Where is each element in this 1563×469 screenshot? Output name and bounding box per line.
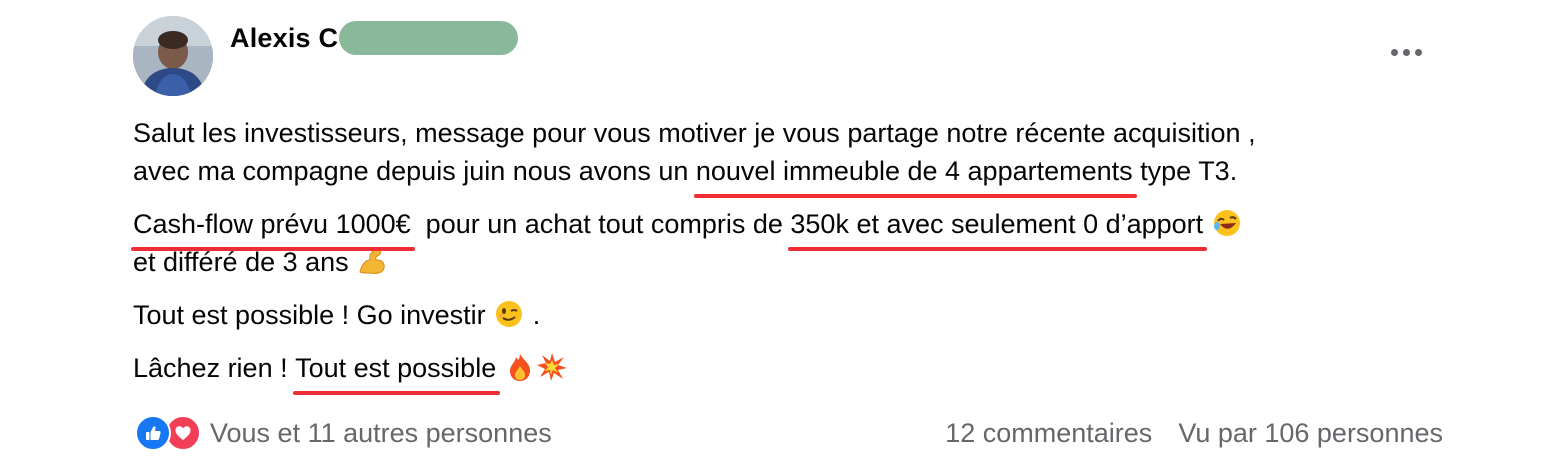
underlined-tout-est-possible: Tout est possible	[293, 349, 501, 395]
more-horizontal-icon-dot	[1414, 48, 1422, 56]
paragraph-4: Lâchez rien ! Tout est possible	[133, 349, 1443, 395]
more-horizontal-icon	[1390, 48, 1398, 56]
fire-emoji	[504, 352, 536, 382]
paragraph-1-line-1: Salut les investisseurs, message pour vo…	[133, 118, 1256, 148]
paragraph-1: Salut les investisseurs, message pour vo…	[133, 114, 1443, 198]
comments-count-link[interactable]: 12 commentaires	[945, 414, 1152, 452]
paragraph-3: Tout est possible ! Go investir .	[133, 296, 1443, 334]
paragraph-4-start: Lâchez rien !	[133, 353, 296, 383]
underlined-price: 350k et avec seulement 0 d’apport	[788, 205, 1207, 251]
paragraph-1-line-2-start: avec ma compagne depuis juin nous avons …	[133, 156, 696, 186]
reactions-label: Vous et 11 autres personnes	[210, 418, 552, 448]
facebook-post: Alexis C Salut les investisseurs, messag…	[0, 0, 1563, 469]
underlined-cashflow: Cash-flow prévu 1000€	[131, 205, 415, 251]
author-row: Alexis C	[230, 18, 338, 58]
reactions-summary[interactable]: Vous et 11 autres personnes	[135, 414, 552, 452]
underlined-building: nouvel immeuble de 4 appartements	[693, 152, 1137, 198]
paragraph-2: Cash-flow prévu 1000€ pour un achat tout…	[131, 205, 1443, 281]
post-footer: Vous et 11 autres personnes 12 commentai…	[135, 412, 1443, 454]
paragraph-2-middle: pour un achat tout compris de	[410, 209, 791, 239]
post-text: Salut les investisseurs, message pour vo…	[131, 114, 1443, 402]
more-horizontal-icon-dot	[1402, 48, 1410, 56]
paragraph-3-text: Tout est possible ! Go investir	[133, 300, 486, 330]
winking-face-emoji	[493, 299, 525, 329]
paragraph-3-end: .	[525, 300, 541, 330]
views-count[interactable]: Vu par 106 personnes	[1178, 414, 1443, 452]
like-icon	[135, 415, 171, 451]
paragraph-2-line-2: et différé de 3 ans	[133, 247, 349, 277]
avatar[interactable]	[133, 16, 213, 96]
author-name[interactable]: Alexis C	[230, 23, 338, 54]
redaction-bar	[339, 21, 518, 55]
avatar-photo	[133, 16, 213, 96]
post-stats: 12 commentaires Vu par 106 personnes	[945, 414, 1443, 452]
paragraph-1-line-2-end: type T3.	[1132, 156, 1238, 186]
rolling-on-floor-laughing-emoji	[1211, 208, 1243, 238]
collision-emoji	[536, 352, 568, 382]
more-options-button[interactable]	[1384, 36, 1428, 68]
